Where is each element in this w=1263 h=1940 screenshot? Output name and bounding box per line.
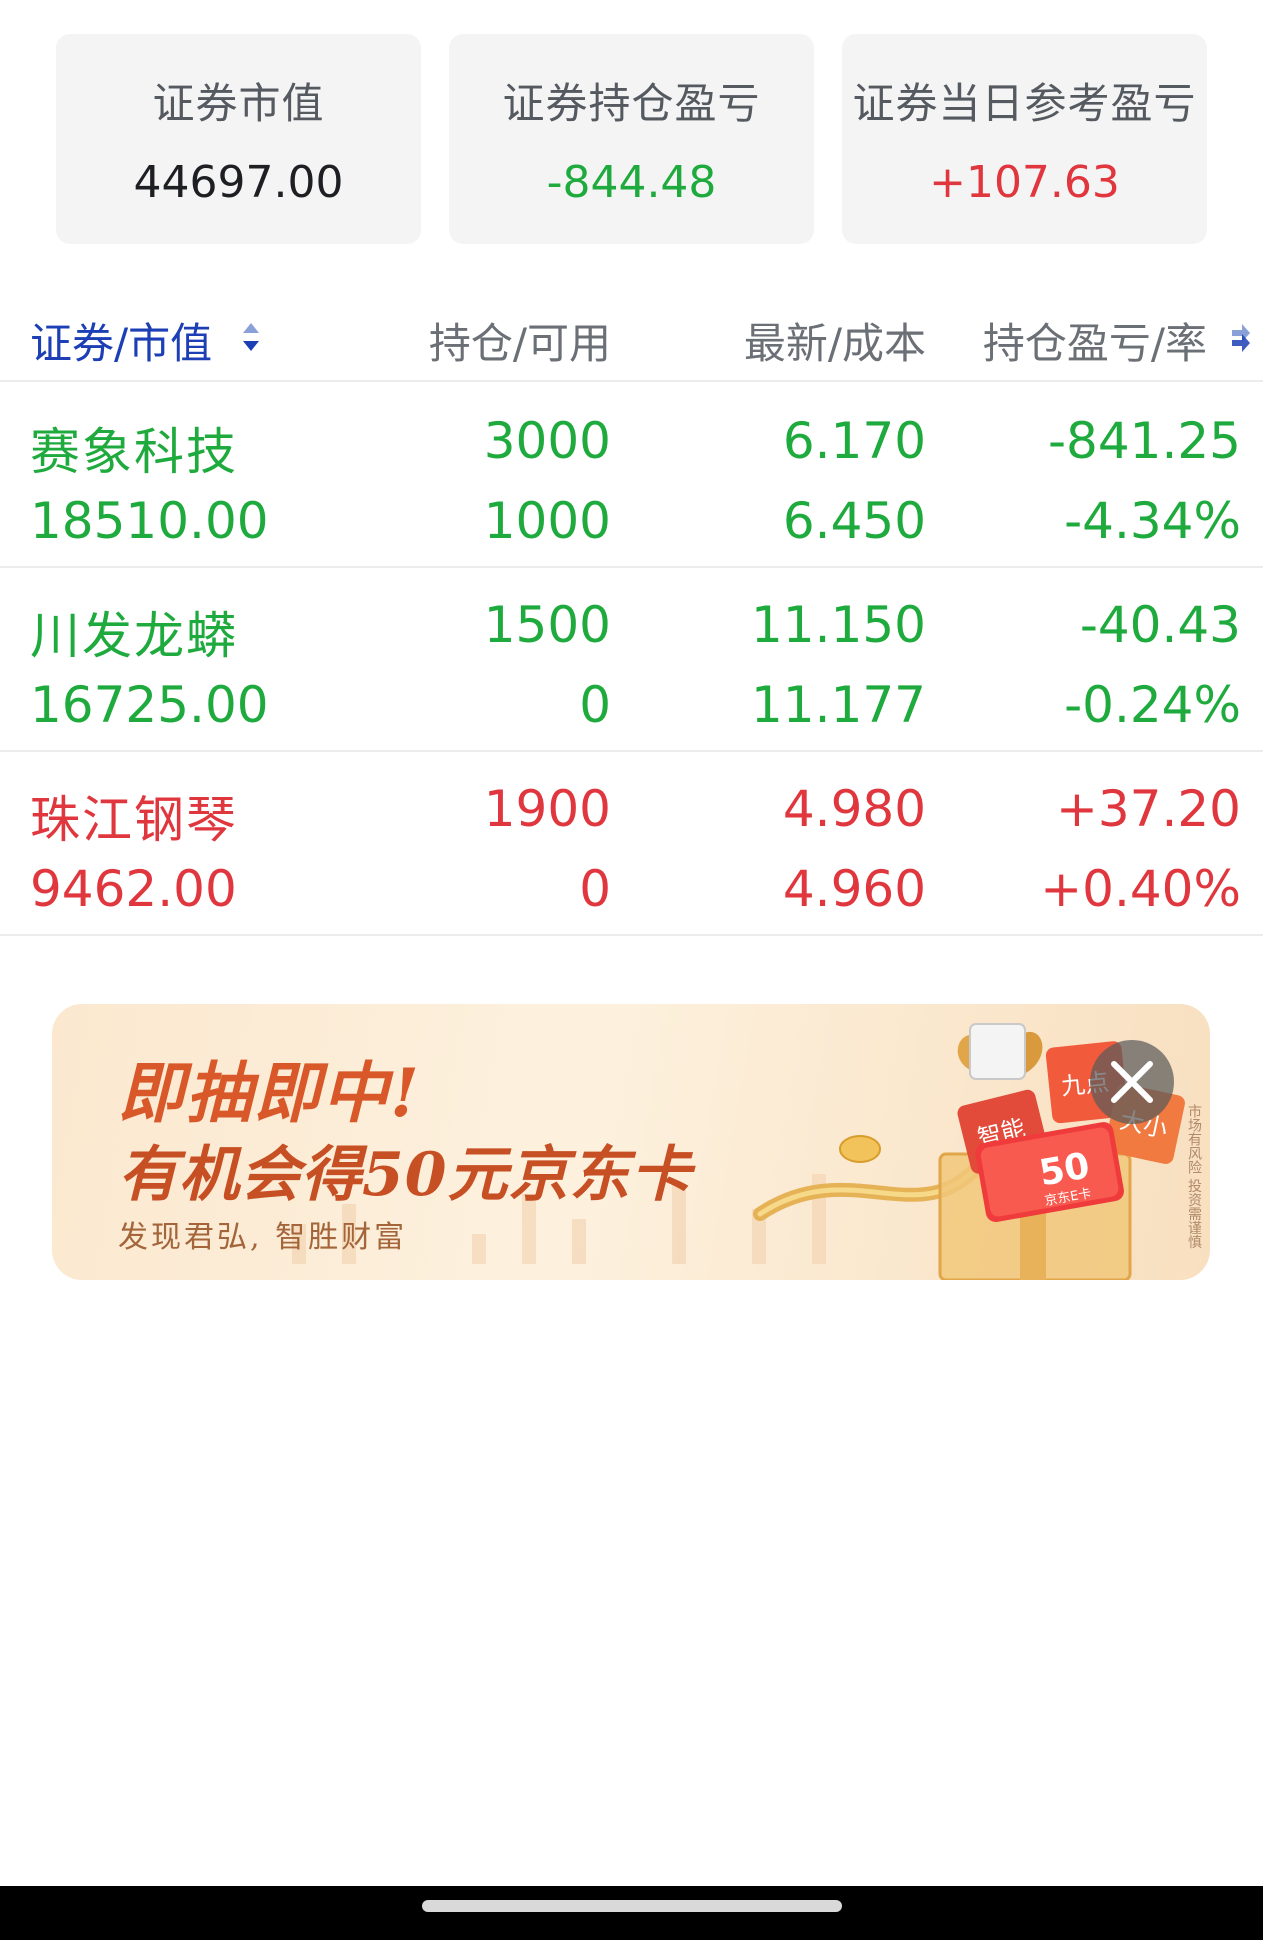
holding-pl: -40.43 [1079,596,1241,654]
holding-pl-rate: +0.40% [1040,860,1241,918]
card-label: 证券市值 [152,79,325,128]
cost-price: 6.450 [782,492,926,550]
table-row[interactable]: 珠江钢琴 9462.00 1900 0 4.980 4.960 +37.20 +… [0,752,1263,936]
close-icon [1111,1061,1153,1103]
header-pl[interactable]: 持仓盈亏/率 [983,310,1207,371]
holding-qty: 1900 [483,780,611,838]
holding-pl: -841.25 [1048,412,1241,470]
market-value: 9462.00 [30,860,237,918]
available-qty: 0 [579,676,611,734]
holding-qty: 1500 [483,596,611,654]
card-value: -844.48 [546,157,717,208]
header-price: 最新/成本 [743,319,926,368]
stock-name: 珠江钢琴 [30,791,238,849]
latest-price: 6.170 [782,412,926,470]
card-label: 证券当日参考盈亏 [852,79,1197,128]
card-holding-pl[interactable]: 证券持仓盈亏 -844.48 [449,34,814,244]
promo-banner[interactable]: 即抽即中! 有机会得50元京东卡 发现君弘, 智胜财富 智能 九点 大小 50 … [52,1004,1210,1280]
table-row[interactable]: 川发龙蟒 16725.00 1500 0 11.150 11.177 -40.4… [0,568,1263,752]
swap-columns-icon[interactable] [1229,320,1251,354]
cost-price: 4.960 [782,860,926,918]
holding-qty: 3000 [483,412,611,470]
holding-pl-rate: -0.24% [1064,676,1241,734]
holding-pl: +37.20 [1055,780,1241,838]
latest-price: 11.150 [751,596,926,654]
card-value: +107.63 [929,157,1120,208]
holding-pl-rate: -4.34% [1064,492,1241,550]
latest-price: 4.980 [782,780,926,838]
card-market-value[interactable]: 证券市值 44697.00 [56,34,421,244]
summary-cards: 证券市值 44697.00 证券持仓盈亏 -844.48 证券当日参考盈亏 +1… [56,34,1207,244]
home-indicator[interactable] [421,1900,842,1912]
banner-title: 即抽即中! [118,1054,421,1132]
card-value: 44697.00 [133,157,344,208]
header-security[interactable]: 证券/市值 [30,310,212,371]
banner-subtitle: 发现君弘, 智胜财富 [118,1220,408,1255]
cost-price: 11.177 [751,676,926,734]
table-row[interactable]: 赛象科技 18510.00 3000 1000 6.170 6.450 -841… [0,384,1263,568]
market-value: 16725.00 [30,676,269,734]
banner-headline: 有机会得50元京东卡 [118,1140,692,1210]
available-qty: 1000 [483,492,611,550]
market-value: 18510.00 [30,492,269,550]
available-qty: 0 [579,860,611,918]
risk-note: 市场有风险 投资需谨慎 [1186,1104,1202,1249]
close-banner-button[interactable] [1090,1040,1174,1124]
stock-name: 赛象科技 [30,423,238,481]
stock-name: 川发龙蟒 [30,607,238,665]
sort-icon[interactable] [240,320,262,354]
system-nav-bar [0,1886,1263,1940]
card-label: 证券持仓盈亏 [502,79,761,128]
table-header: 证券/市值 持仓/可用 最新/成本 持仓盈亏/率 [0,300,1263,382]
card-daily-pl[interactable]: 证券当日参考盈亏 +107.63 [842,34,1207,244]
holdings-page: 证券市值 44697.00 证券持仓盈亏 -844.48 证券当日参考盈亏 +1… [0,0,1263,1940]
header-position: 持仓/可用 [428,319,611,368]
